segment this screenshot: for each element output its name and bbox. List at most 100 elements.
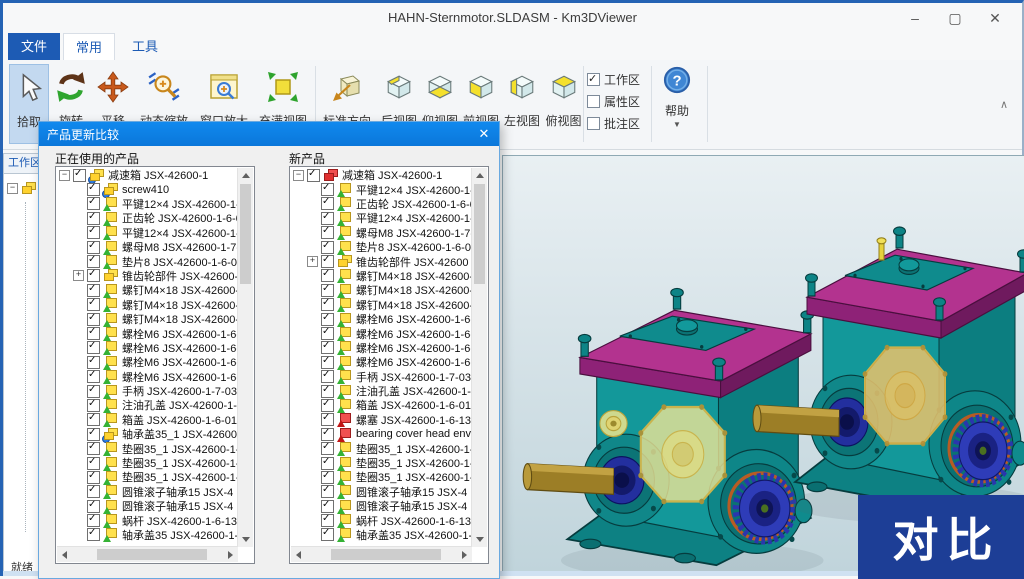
tree-item[interactable]: − 减速箱 JSX-42600-1 [57, 168, 238, 182]
display-checkbox[interactable]: 工作区 [587, 68, 645, 90]
tree-item[interactable]: 螺栓M6 JSX-42600-1-6- [291, 355, 472, 369]
tree-item[interactable]: 螺钉M4×18 JSX-42600- [57, 283, 238, 297]
expander-icon[interactable]: − [7, 183, 18, 194]
vertical-scrollbar[interactable] [471, 168, 487, 547]
tree-item[interactable]: 手柄 JSX-42600-1-7-03 [291, 369, 472, 383]
workspace-tree-root[interactable]: − [7, 182, 39, 195]
item-checkbox[interactable] [87, 212, 100, 225]
item-checkbox[interactable] [73, 169, 86, 182]
tree-item[interactable]: 手柄 JSX-42600-1-7-03 [57, 384, 238, 398]
tree-item[interactable]: 轴承盖35_1 JSX-42600- [57, 427, 238, 441]
tree-item[interactable]: 注油孔盖 JSX-42600-1- [57, 398, 238, 412]
tree-item[interactable]: 螺栓M6 JSX-42600-1-6- [57, 326, 238, 340]
scroll-right-icon[interactable] [228, 551, 233, 559]
tree-item[interactable]: 圆锥滚子轴承15 JSX-4 [291, 499, 472, 513]
item-checkbox[interactable] [321, 255, 334, 268]
tree-item[interactable]: 轴承盖35 JSX-42600-1- [291, 528, 472, 542]
item-checkbox[interactable] [321, 269, 334, 282]
tree-item[interactable]: 圆锥滚子轴承15 JSX-4 [57, 499, 238, 513]
tree-item[interactable]: 垫圈35_1 JSX-42600-1-1 [57, 456, 238, 470]
horizontal-scrollbar[interactable] [291, 546, 472, 562]
item-checkbox[interactable] [321, 212, 334, 225]
scroll-up-icon[interactable] [242, 173, 250, 178]
tree-item[interactable]: + 锥齿轮部件 JSX-42600- [57, 269, 238, 283]
tree-item[interactable]: 螺栓M6 JSX-42600-1-6- [291, 326, 472, 340]
close-icon[interactable]: ✕ [980, 7, 1010, 29]
tree-item[interactable]: 垫圈35_1 JSX-42600-1-1 [291, 456, 472, 470]
scroll-down-icon[interactable] [476, 537, 484, 542]
tree-item[interactable]: 垫圈35_1 JSX-42600-1-1 [291, 441, 472, 455]
tab-file[interactable]: 文件 [8, 33, 60, 60]
new-product-tree[interactable]: − 减速箱 JSX-42600-1 平键12×4 JSX-42600-1- [289, 166, 489, 564]
expander-icon[interactable]: + [307, 256, 318, 267]
tree-item[interactable]: 平键12×4 JSX-42600-1- [291, 211, 472, 225]
item-checkbox[interactable] [321, 341, 334, 354]
tree-item[interactable]: 螺钉M4×18 JSX-42600- [57, 298, 238, 312]
scrollbar-thumb[interactable] [240, 184, 251, 284]
tree-item[interactable]: 垫圈35_1 JSX-42600-1-1 [291, 470, 472, 484]
display-checkbox[interactable]: 属性区 [587, 90, 645, 112]
tree-item[interactable]: + 锥齿轮部件 JSX-42600 [291, 254, 472, 268]
scrollbar-thumb[interactable] [97, 549, 207, 560]
tree-item[interactable]: 螺母M8 JSX-42600-1-7- [57, 240, 238, 254]
minimize-icon[interactable]: – [900, 7, 930, 29]
item-checkbox[interactable] [321, 284, 334, 297]
item-checkbox[interactable] [321, 413, 334, 426]
scrollbar-thumb[interactable] [474, 184, 485, 284]
tree-item[interactable]: 螺栓M6 JSX-42600-1-6- [57, 341, 238, 355]
item-checkbox[interactable] [87, 399, 100, 412]
tree-item[interactable]: 螺栓M6 JSX-42600-1-6- [57, 369, 238, 383]
tree-item[interactable]: 垫片8 JSX-42600-1-6-05 [291, 240, 472, 254]
item-checkbox[interactable] [87, 255, 100, 268]
tree-item[interactable]: 圆锥滚子轴承15 JSX-4 [57, 485, 238, 499]
item-checkbox[interactable] [321, 514, 334, 527]
tree-item[interactable]: 螺栓M6 JSX-42600-1-6- [291, 312, 472, 326]
tree-item[interactable]: 垫圈35_1 JSX-42600-1-1 [57, 470, 238, 484]
horizontal-scrollbar[interactable] [57, 546, 238, 562]
item-checkbox[interactable] [87, 284, 100, 297]
item-checkbox[interactable] [87, 313, 100, 326]
scroll-left-icon[interactable] [62, 551, 67, 559]
left-view-button[interactable]: 左视图 [502, 64, 542, 144]
tree-item[interactable]: 螺塞 JSX-42600-1-6-13 [291, 413, 472, 427]
scroll-left-icon[interactable] [296, 551, 301, 559]
item-checkbox[interactable] [321, 197, 334, 210]
tree-item[interactable]: 平键12×4 JSX-42600-1- [57, 226, 238, 240]
tree-item[interactable]: 圆锥滚子轴承15 JSX-4 [291, 485, 472, 499]
tree-item[interactable]: − 减速箱 JSX-42600-1 [291, 168, 472, 182]
checkbox-icon[interactable] [587, 117, 600, 130]
tree-item[interactable]: 蜗杆 JSX-42600-1-6-131 [291, 513, 472, 527]
tree-item[interactable]: 箱盖 JSX-42600-1-6-012 [57, 413, 238, 427]
item-checkbox[interactable] [321, 226, 334, 239]
tree-item[interactable]: 注油孔盖 JSX-42600-1- [291, 384, 472, 398]
item-checkbox[interactable] [321, 500, 334, 513]
tree-item[interactable]: 螺栓M6 JSX-42600-1-6- [291, 341, 472, 355]
item-checkbox[interactable] [87, 197, 100, 210]
item-checkbox[interactable] [87, 514, 100, 527]
item-checkbox[interactable] [87, 356, 100, 369]
item-checkbox[interactable] [321, 241, 334, 254]
workspace-panel-header[interactable]: 工作区 [4, 154, 38, 174]
dialog-title-bar[interactable]: 产品更新比较 ✕ [39, 122, 499, 146]
item-checkbox[interactable] [87, 341, 100, 354]
item-checkbox[interactable] [87, 183, 100, 196]
item-checkbox[interactable] [321, 385, 334, 398]
tree-item[interactable]: 平键12×4 JSX-42600-1- [291, 182, 472, 196]
item-checkbox[interactable] [87, 428, 100, 441]
item-checkbox[interactable] [321, 399, 334, 412]
item-checkbox[interactable] [321, 313, 334, 326]
ribbon-collapse-icon[interactable]: ∧ [1000, 98, 1008, 111]
tree-item[interactable]: 轴承盖35 JSX-42600-1- [57, 528, 238, 542]
tree-item[interactable]: 垫片8 JSX-42600-1-6-05 [57, 254, 238, 268]
scroll-up-icon[interactable] [476, 173, 484, 178]
help-button[interactable]: ? 帮助 ▼ [655, 66, 699, 129]
item-checkbox[interactable] [321, 457, 334, 470]
item-checkbox[interactable] [87, 269, 100, 282]
item-checkbox[interactable] [87, 457, 100, 470]
item-checkbox[interactable] [321, 298, 334, 311]
maximize-icon[interactable]: ▢ [940, 7, 970, 29]
item-checkbox[interactable] [321, 442, 334, 455]
item-checkbox[interactable] [321, 327, 334, 340]
item-checkbox[interactable] [87, 385, 100, 398]
tree-item[interactable]: 箱盖 JSX-42600-1-6-012 [291, 398, 472, 412]
